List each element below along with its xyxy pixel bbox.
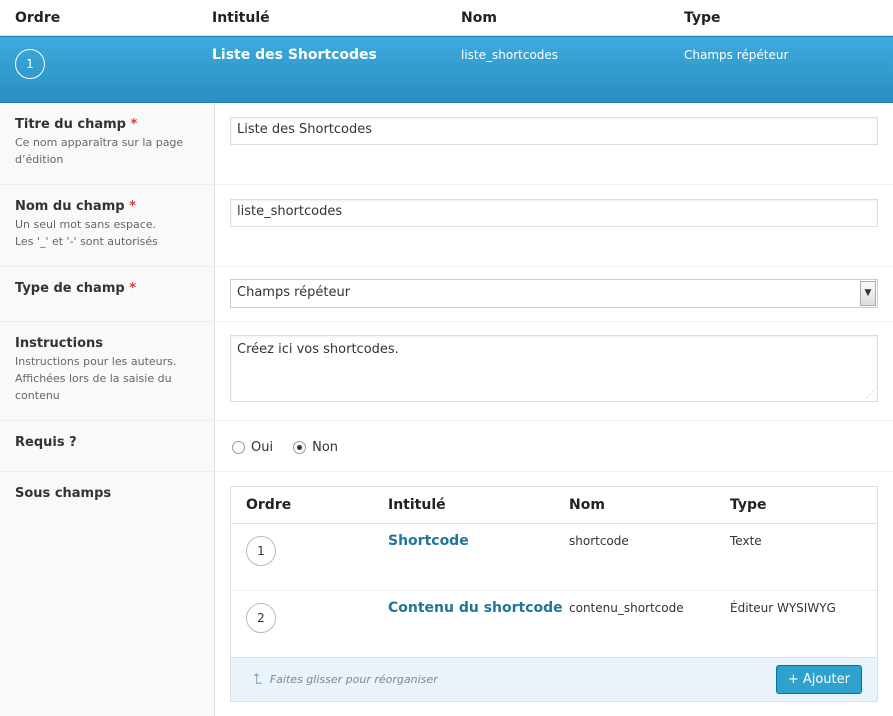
subfields-footer: ⮤ Faites glisser pour réorganiser + Ajou… (231, 657, 877, 701)
subfield-type: Éditeur WYSIWYG (730, 601, 836, 615)
subfield-name: contenu_shortcode (569, 601, 684, 615)
label-field-name: Nom du champ * (15, 199, 136, 214)
instructions-value: Créez ici vos shortcodes. (237, 342, 399, 357)
sub-header-type: Type (730, 497, 767, 513)
sub-header-title: Intitulé (388, 497, 446, 513)
sub-header-name: Nom (569, 497, 605, 513)
required-marker: * (129, 199, 136, 214)
label-block-instructions: Instructions Instructions pour les auteu… (15, 336, 200, 404)
label-subfields: Sous champs (15, 486, 112, 501)
curved-arrow-up-icon: ⮤ (253, 670, 262, 688)
resize-grip-icon[interactable]: ⋰ (866, 390, 874, 399)
label-instructions: Instructions (15, 336, 104, 351)
radio-no-label[interactable]: Non (312, 440, 338, 455)
required-radio-group: Oui Non (232, 440, 358, 455)
label-required: Requis ? (15, 435, 77, 450)
active-field-name: liste_shortcodes (461, 48, 559, 62)
header-type: Type (684, 10, 721, 26)
label-field-type: Type de champ * (15, 281, 137, 296)
radio-no[interactable] (293, 441, 307, 454)
desc-line-2: Les '_' et '-' sont autorisés (15, 235, 158, 248)
field-settings-form: Titre du champ * Ce nom apparaîtra sur l… (0, 103, 893, 716)
header-name: Nom (461, 10, 497, 26)
header-order: Ordre (15, 10, 61, 26)
field-type-selected: Champs répéteur (237, 285, 351, 300)
subfield-order-badge[interactable]: 2 (246, 603, 276, 633)
field-name-input[interactable]: liste_shortcodes (230, 199, 878, 227)
row-instructions: Instructions Instructions pour les auteu… (0, 322, 893, 421)
desc-field-name: Un seul mot sans espace. Les '_' et '-' … (15, 216, 200, 250)
required-marker: * (130, 117, 138, 132)
active-field-row[interactable]: 1 Liste des Shortcodes liste_shortcodes … (0, 36, 893, 103)
desc-line-1: Un seul mot sans espace. (15, 218, 157, 231)
label-block-name: Nom du champ * Un seul mot sans espace. … (15, 199, 200, 250)
subfield-row[interactable]: 2 Contenu du shortcode contenu_shortcode… (231, 591, 877, 658)
subfield-type: Texte (730, 534, 762, 548)
active-field-title[interactable]: Liste des Shortcodes (212, 47, 377, 63)
chevron-down-icon[interactable]: ▼ (860, 281, 876, 306)
subfield-title-link[interactable]: Shortcode (388, 533, 469, 549)
subfield-row[interactable]: 1 Shortcode shortcode Texte (231, 524, 877, 591)
row-field-type: Type de champ * Champs répéteur ▼ (0, 267, 893, 322)
label-block-required: Requis ? (15, 435, 200, 450)
required-marker: * (129, 281, 137, 296)
field-order-badge[interactable]: 1 (15, 49, 45, 79)
desc-field-title: Ce nom apparaîtra sur la page d’édition (15, 136, 184, 166)
header-title: Intitulé (212, 10, 270, 26)
active-field-type: Champs répéteur (684, 48, 789, 62)
row-required: Requis ? Oui Non (0, 421, 893, 472)
sub-header-order: Ordre (246, 497, 292, 513)
subfield-order-badge[interactable]: 1 (246, 536, 276, 566)
desc-instructions: Instructions pour les auteurs. Affichées… (15, 355, 177, 402)
label-block-type: Type de champ * (15, 281, 200, 296)
subfields-header: Ordre Intitulé Nom Type (231, 487, 877, 524)
field-type-select[interactable]: Champs répéteur ▼ (230, 279, 878, 308)
reorder-hint-text: Faites glisser pour réorganiser (269, 672, 438, 686)
reorder-hint: ⮤ Faites glisser pour réorganiser (253, 670, 438, 688)
label-block-title: Titre du champ * Ce nom apparaîtra sur l… (15, 117, 200, 168)
subfield-title-link[interactable]: Contenu du shortcode (388, 600, 563, 616)
radio-yes-label[interactable]: Oui (251, 440, 273, 455)
row-field-name: Nom du champ * Un seul mot sans espace. … (0, 185, 893, 267)
subfields-table: Ordre Intitulé Nom Type 1 Shortcode shor… (230, 486, 878, 702)
radio-yes[interactable] (232, 441, 245, 454)
field-title-input[interactable]: Liste des Shortcodes (230, 117, 878, 145)
add-subfield-button[interactable]: + Ajouter (775, 665, 862, 694)
label-field-title: Titre du champ * (15, 117, 138, 132)
row-field-title: Titre du champ * Ce nom apparaîtra sur l… (0, 103, 893, 185)
label-block-subfields: Sous champs (15, 486, 200, 501)
instructions-textarea[interactable]: Créez ici vos shortcodes. ⋰ (230, 335, 878, 402)
fields-table-header: Ordre Intitulé Nom Type (0, 0, 893, 36)
subfield-name: shortcode (569, 534, 629, 548)
